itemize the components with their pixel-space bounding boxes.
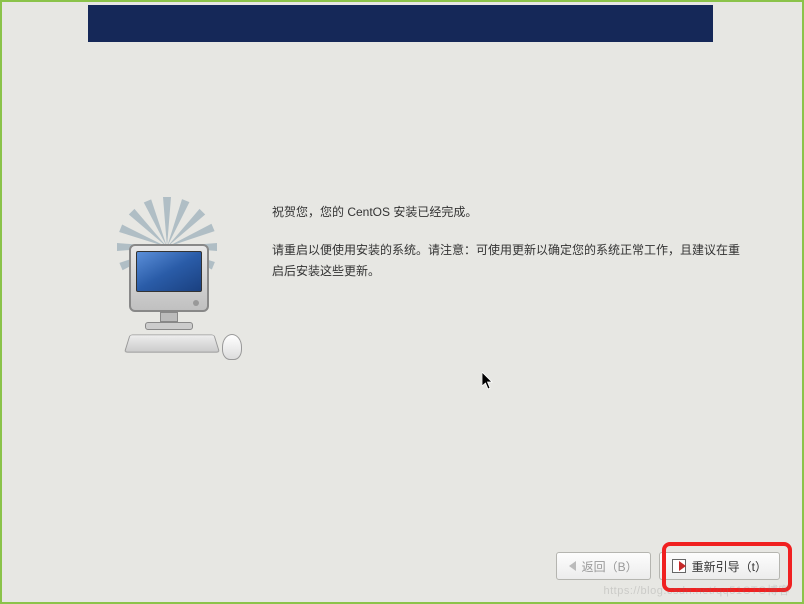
reboot-icon [672,559,686,573]
watermark-text: https://blog.csdn.net/qq51CTO博客 [604,582,791,598]
main-content: 祝贺您，您的 CentOS 安装已经完成。 请重启以便使用安装的系统。请注意：可… [77,202,747,362]
monitor-icon [129,244,209,312]
message-text: 祝贺您，您的 CentOS 安装已经完成。 请重启以便使用安装的系统。请注意：可… [272,202,747,281]
button-bar: 返回（B） 重新引导（t） [556,552,780,580]
computer-illustration [77,202,242,362]
keyboard-icon [124,335,220,353]
header-banner [88,5,713,42]
reboot-button[interactable]: 重新引导（t） [659,552,780,580]
congrats-text: 祝贺您，您的 CentOS 安装已经完成。 [272,202,747,222]
cursor-icon [482,372,496,395]
reboot-notice-text: 请重启以便使用安装的系统。请注意：可使用更新以确定您的系统正常工作，且建议在重启… [272,240,747,281]
back-button[interactable]: 返回（B） [556,552,651,580]
arrow-left-icon [569,561,576,571]
mouse-icon [222,334,242,360]
reboot-button-label: 重新引导（t） [692,558,767,575]
back-button-label: 返回（B） [582,558,638,575]
